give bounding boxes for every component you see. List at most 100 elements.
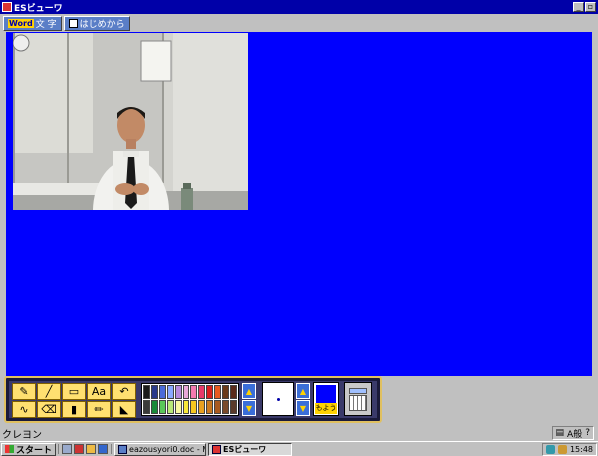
current-color-swatch (316, 385, 336, 403)
menu-bar: Word 文 字 はじめから (0, 14, 598, 32)
color-swatch[interactable] (143, 400, 150, 414)
window-controls: _ ▫ (573, 2, 596, 12)
eraser-icon: ⌫ (41, 403, 57, 416)
tool-mode-label: クレヨン (2, 429, 42, 441)
color-swatch[interactable] (206, 400, 214, 414)
restart-button[interactable]: はじめから (63, 15, 130, 31)
color-swatch[interactable] (214, 400, 222, 414)
desktop-icon[interactable] (62, 444, 73, 454)
stamp-icon: ◣ (119, 403, 129, 416)
crayon-tool-button[interactable]: ✎ (12, 383, 36, 400)
windows-logo-icon (5, 445, 14, 453)
restore-icon[interactable]: ▫ (585, 2, 596, 12)
color-palette (141, 383, 239, 416)
color-swatch[interactable] (143, 385, 150, 399)
color-swatch[interactable] (230, 400, 237, 414)
restart-label: はじめから (79, 19, 125, 30)
task-button-word[interactable]: eazousyori0.doc - Micros... (114, 442, 207, 456)
freehand-tool-button[interactable]: ∿ (12, 401, 36, 418)
color-swatch[interactable] (182, 400, 190, 414)
color-swatch[interactable] (198, 385, 206, 399)
ime-toolbar[interactable]: ▤ A般 ? (551, 426, 594, 440)
color-swatch[interactable] (190, 400, 198, 414)
tool-panel: ✎ ╱ ▭ Aa ↶ ∿ ⌫ ▮ ✏ ◣ ▲ ▼ ▲ ▼ もよう (4, 376, 382, 423)
task-button-esviewer[interactable]: ESビューワ (208, 442, 293, 456)
fill-tool-button[interactable]: ▮ (62, 401, 86, 418)
network-icon[interactable] (557, 444, 567, 454)
text-icon: Aa (91, 385, 107, 398)
color-swatch[interactable] (174, 400, 182, 414)
esviewer-icon (212, 444, 222, 454)
undo-icon: ↶ (119, 385, 129, 398)
folder-icon[interactable] (86, 444, 97, 454)
task-label: ESビューワ (223, 444, 267, 454)
size-up-icon[interactable]: ▲ (296, 383, 310, 399)
rectangle-icon: ▭ (68, 385, 80, 398)
system-tray: 15:48 (541, 442, 597, 456)
color-swatch[interactable] (158, 385, 166, 399)
start-button[interactable]: スタート (1, 442, 57, 456)
text-tool-button[interactable]: Aa (87, 383, 111, 400)
crayon-icon: ✎ (19, 385, 29, 398)
current-color[interactable]: もよう (313, 382, 339, 416)
color-swatch[interactable] (150, 385, 158, 399)
photo-image (13, 33, 248, 210)
color-swatch[interactable] (166, 400, 174, 414)
palette-down-icon[interactable]: ▼ (242, 400, 256, 416)
word-mode-button[interactable]: Word 文 字 (3, 15, 62, 31)
calculator-keys-icon (349, 394, 367, 411)
word-tag: Word (8, 18, 34, 28)
word-doc-icon (118, 444, 128, 454)
size-down-icon[interactable]: ▼ (296, 400, 310, 416)
color-swatch[interactable] (198, 400, 206, 414)
volume-icon[interactable] (545, 444, 555, 454)
color-swatch[interactable] (206, 385, 214, 399)
color-swatch[interactable] (182, 385, 190, 399)
pasted-photo[interactable] (13, 33, 248, 210)
start-label: スタート (16, 445, 53, 456)
color-swatch[interactable] (174, 385, 182, 399)
calculator-screen-icon (349, 387, 367, 394)
word-mode-label: 文 字 (35, 19, 57, 30)
taskbar: スタート eazousyori0.doc - Micros... ESビューワ … (0, 441, 598, 456)
rectangle-tool-button[interactable]: ▭ (62, 383, 86, 400)
color-swatch[interactable] (150, 400, 158, 414)
line-tool-button[interactable]: ╱ (37, 383, 61, 400)
window-title: ESビューワ (14, 3, 63, 14)
freehand-icon: ∿ (19, 403, 29, 416)
browser-icon[interactable] (98, 444, 109, 454)
drawing-canvas[interactable] (6, 32, 592, 376)
eraser-tool-button[interactable]: ⌫ (37, 401, 61, 418)
palette-up-icon[interactable]: ▲ (242, 383, 256, 399)
ime-label[interactable]: A般 (567, 427, 582, 440)
tool-buttons: ✎ ╱ ▭ Aa ↶ ∿ ⌫ ▮ ✏ ◣ (12, 383, 136, 418)
line-icon: ╱ (45, 385, 53, 398)
undo-tool-button[interactable]: ↶ (112, 383, 136, 400)
ime-help-icon[interactable]: ? (585, 428, 590, 438)
color-swatch[interactable] (222, 400, 230, 414)
color-swatch[interactable] (214, 385, 222, 399)
fill-icon: ▮ (70, 403, 78, 416)
ime-mode-icon[interactable]: ▤ (556, 428, 565, 438)
color-swatch[interactable] (222, 385, 230, 399)
status-bar: クレヨン ▤ A般 ? (0, 425, 598, 441)
color-swatch[interactable] (190, 385, 198, 399)
calculator-button[interactable] (344, 382, 372, 416)
clock: 15:48 (569, 444, 593, 454)
color-swatch[interactable] (230, 385, 237, 399)
palette-scroll: ▲ ▼ (242, 383, 256, 416)
pencil-icon: ✏ (94, 403, 104, 416)
color-swatch[interactable] (166, 385, 174, 399)
app-icon (2, 2, 12, 12)
stamp-tool-button[interactable]: ◣ (112, 401, 136, 418)
app-launch-icon[interactable] (74, 444, 85, 454)
brush-size-dot (276, 397, 280, 401)
minimize-icon[interactable]: _ (573, 2, 584, 12)
color-swatch[interactable] (158, 400, 166, 414)
pattern-button[interactable]: もよう (315, 403, 337, 414)
quick-launch (58, 444, 113, 454)
task-label: eazousyori0.doc - Micros... (129, 444, 205, 454)
brush-size-preview (262, 382, 294, 416)
blank-page-icon (68, 18, 78, 28)
pencil-tool-button[interactable]: ✏ (87, 401, 111, 418)
